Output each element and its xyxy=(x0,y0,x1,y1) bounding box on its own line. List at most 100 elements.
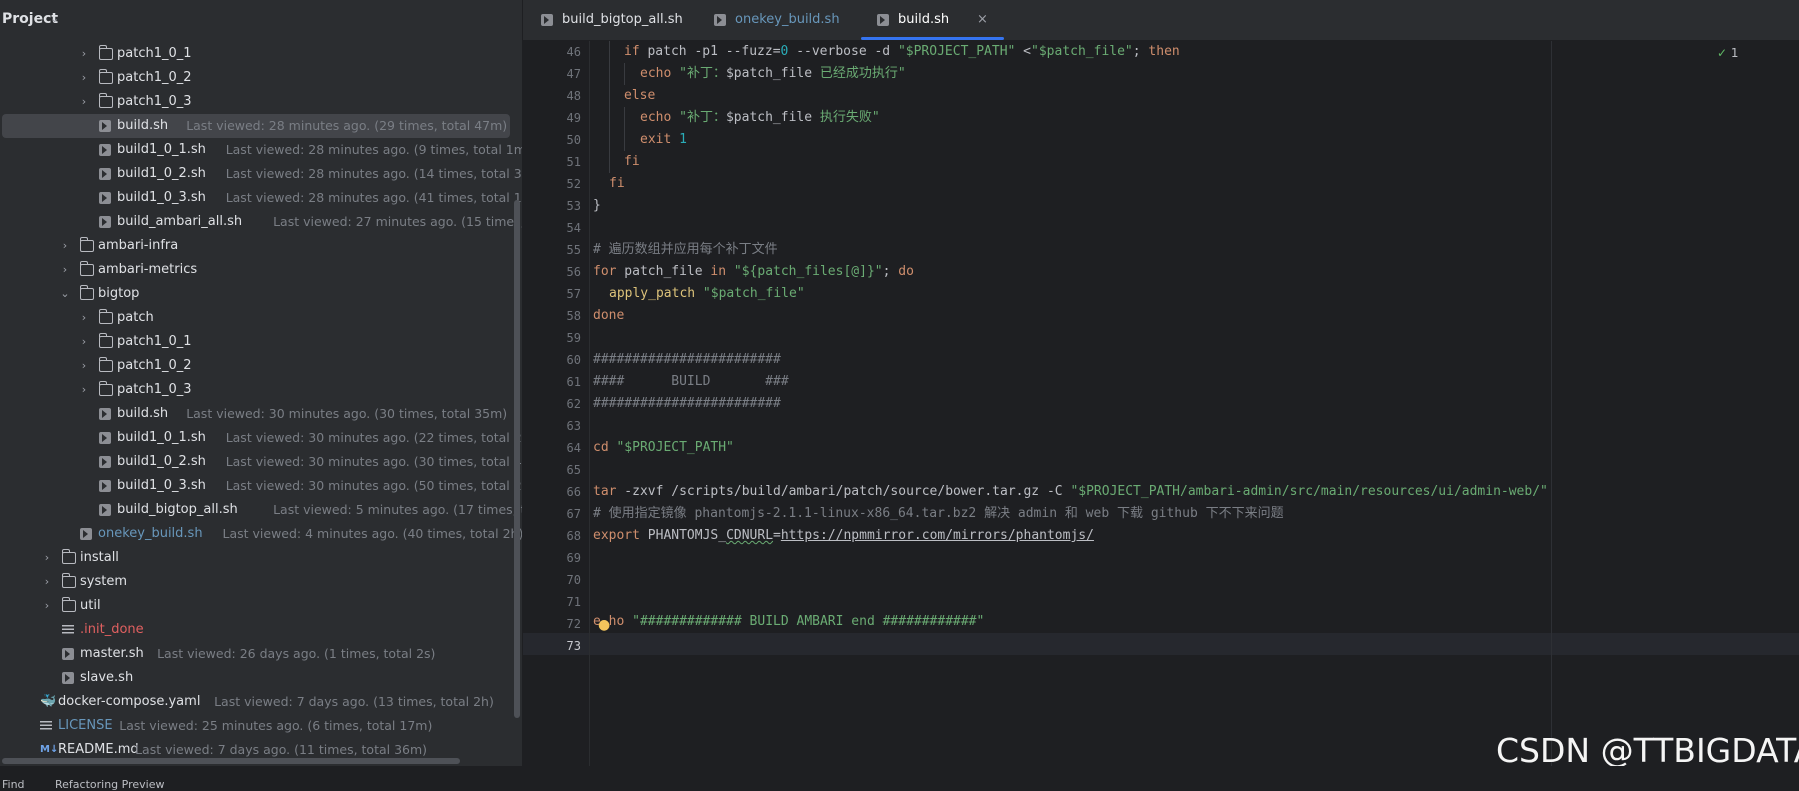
tree-item-patch1-0-3[interactable]: › patch1_0_3 xyxy=(0,90,522,114)
shell-script-icon xyxy=(80,528,92,540)
line-number[interactable]: 48 xyxy=(541,85,581,107)
tree-item-build1-0-1-sh[interactable]: build1_0_1.sh Last viewed: 30 minutes ago… xyxy=(0,426,522,450)
line-number[interactable]: 65 xyxy=(541,459,581,481)
line-number[interactable]: 56 xyxy=(541,261,581,283)
indent-guide xyxy=(624,63,625,85)
tree-item-patch1-0-2[interactable]: › patch1_0_2 xyxy=(0,354,522,378)
line-number[interactable]: 64 xyxy=(541,437,581,459)
tree-item-build1-0-3-sh[interactable]: build1_0_3.sh Last viewed: 28 minutes ago… xyxy=(0,186,522,210)
tree-item-meta: Last viewed: 7 days ago. (13 times, tota… xyxy=(214,694,494,709)
tree-item-patch1-0-1[interactable]: › patch1_0_1 xyxy=(0,42,522,66)
tree-item-label: ambari-infra xyxy=(98,238,179,253)
line-number[interactable]: 69 xyxy=(541,547,581,569)
tree-item-build1-0-3-sh[interactable]: build1_0_3.sh Last viewed: 30 minutes ago… xyxy=(0,474,522,498)
code-line-53: } xyxy=(593,198,601,213)
chevron-right-icon[interactable]: › xyxy=(77,90,91,114)
chevron-right-icon[interactable]: › xyxy=(58,234,72,258)
chevron-right-icon[interactable]: › xyxy=(40,546,54,570)
tree-item-master-sh[interactable]: master.sh Last viewed: 26 days ago. (1 ti… xyxy=(0,642,522,666)
tree-item-install[interactable]: › install xyxy=(0,546,522,570)
lightbulb-icon[interactable]: ● xyxy=(598,617,610,633)
line-number[interactable]: 67 xyxy=(541,503,581,525)
chevron-right-icon[interactable]: › xyxy=(77,66,91,90)
line-number[interactable]: 66 xyxy=(541,481,581,503)
close-icon[interactable]: × xyxy=(977,0,988,40)
tree-item-license[interactable]: LICENSE Last viewed: 25 minutes ago. (6 t… xyxy=(0,714,522,738)
tree-item-build1-0-2-sh[interactable]: build1_0_2.sh Last viewed: 30 minutes ago… xyxy=(0,450,522,474)
tree-item--init-done[interactable]: .init_done xyxy=(0,618,522,642)
tree-vertical-scrollbar[interactable] xyxy=(514,200,520,718)
folder-icon xyxy=(61,597,76,612)
tree-item-build1-0-2-sh[interactable]: build1_0_2.sh Last viewed: 28 minutes ago… xyxy=(0,162,522,186)
line-number[interactable]: 46 xyxy=(541,41,581,63)
line-number[interactable]: 49 xyxy=(541,107,581,129)
tree-item-label: patch1_0_2 xyxy=(117,70,192,85)
refactoring-preview-tool-tab[interactable]: Refactoring Preview xyxy=(55,778,164,791)
tree-item-meta: Last viewed: 27 minutes ago. (15 times, … xyxy=(273,214,523,229)
code-editor[interactable]: 46 47 48 49 50 51 52 53 54 55 56 57 58 59 60 61 62 63 64 65… xyxy=(523,41,1799,784)
tree-item-ambari-metrics[interactable]: › ambari-metrics xyxy=(0,258,522,282)
tree-item-onekey-build-sh[interactable]: onekey_build.sh Last viewed: 4 minutes ag… xyxy=(0,522,522,546)
line-number[interactable]: 47 xyxy=(541,63,581,85)
tree-item-patch1-0-1[interactable]: › patch1_0_1 xyxy=(0,330,522,354)
line-number[interactable]: 53 xyxy=(541,195,581,217)
line-number[interactable]: 54 xyxy=(541,217,581,239)
line-number[interactable]: 73 xyxy=(541,635,581,657)
line-number[interactable]: 62 xyxy=(541,393,581,415)
chevron-right-icon[interactable]: › xyxy=(77,354,91,378)
chevron-right-icon[interactable]: › xyxy=(40,594,54,618)
line-number[interactable]: 72 xyxy=(541,613,581,635)
chevron-down-icon[interactable]: ⌄ xyxy=(58,282,72,306)
tree-item-docker-compose-yaml[interactable]: 🐳 docker-compose.yaml Last viewed: 7 days … xyxy=(0,690,522,714)
tree-item-build-sh[interactable]: build.sh Last viewed: 28 minutes ago. (29… xyxy=(2,114,510,138)
tree-item-build-sh[interactable]: build.sh Last viewed: 30 minutes ago. (30… xyxy=(0,402,522,426)
code-line-58: done xyxy=(593,308,625,323)
line-number[interactable]: 71 xyxy=(541,591,581,613)
tree-item-util[interactable]: › util xyxy=(0,594,522,618)
tree-item-label: patch1_0_3 xyxy=(117,94,192,109)
line-number-gutter[interactable]: 46 47 48 49 50 51 52 53 54 55 56 57 58 59 60 61 62 63 64 65… xyxy=(523,41,590,784)
line-number[interactable]: 60 xyxy=(541,349,581,371)
tree-item-system[interactable]: › system xyxy=(0,570,522,594)
line-number[interactable]: 55 xyxy=(541,239,581,261)
line-number[interactable]: 50 xyxy=(541,129,581,151)
tab-build-sh[interactable]: build.sh × xyxy=(861,0,1004,40)
chevron-right-icon[interactable]: › xyxy=(40,570,54,594)
tree-horizontal-scrollbar[interactable] xyxy=(2,758,460,764)
folder-icon xyxy=(98,93,113,108)
chevron-right-icon[interactable]: › xyxy=(58,258,72,282)
tree-item-label: build1_0_2.sh xyxy=(117,166,206,181)
line-number[interactable]: 57 xyxy=(541,283,581,305)
tree-item-bigtop[interactable]: ⌄ bigtop xyxy=(0,282,522,306)
line-number[interactable]: 52 xyxy=(541,173,581,195)
tree-item-build1-0-1-sh[interactable]: build1_0_1.sh Last viewed: 28 minutes ago… xyxy=(0,138,522,162)
chevron-down-icon[interactable]: ⌄ xyxy=(50,12,59,25)
tree-item-build-bigtop-all-sh[interactable]: build_bigtop_all.sh Last viewed: 5 minute… xyxy=(0,498,522,522)
chevron-right-icon[interactable]: › xyxy=(77,330,91,354)
project-panel-header[interactable]: Project ⌄ xyxy=(0,0,522,40)
chevron-right-icon[interactable]: › xyxy=(77,42,91,66)
tree-item-patch[interactable]: › patch xyxy=(0,306,522,330)
code-line-49: echo "补丁：$patch_file 执行失败" xyxy=(640,110,880,125)
project-panel: Project ⌄ › patch1_0_1 › patch1_0_2 › patch1_… xyxy=(0,0,523,784)
line-number[interactable]: 58 xyxy=(541,305,581,327)
tree-item-slave-sh[interactable]: slave.sh xyxy=(0,666,522,690)
tree-item-ambari-infra[interactable]: › ambari-infra xyxy=(0,234,522,258)
tree-item-label: onekey_build.sh xyxy=(98,526,203,541)
tree-item-build-ambari-all-sh[interactable]: build_ambari_all.sh Last viewed: 27 minut… xyxy=(0,210,522,234)
tab-label: onekey_build.sh xyxy=(735,12,840,27)
line-number[interactable]: 63 xyxy=(541,415,581,437)
find-tool-tab[interactable]: Find xyxy=(2,778,25,791)
line-number[interactable]: 68 xyxy=(541,525,581,547)
tree-item-patch1-0-2[interactable]: › patch1_0_2 xyxy=(0,66,522,90)
tree-item-patch1-0-3[interactable]: › patch1_0_3 xyxy=(0,378,522,402)
line-number[interactable]: 70 xyxy=(541,569,581,591)
inspection-widget[interactable]: ✓ 1 xyxy=(1717,46,1739,60)
line-number[interactable]: 61 xyxy=(541,371,581,393)
phantomjs-url-link[interactable]: https://npmmirror.com/mirrors/phantomjs/ xyxy=(781,528,1094,543)
chevron-right-icon[interactable]: › xyxy=(77,378,91,402)
shell-script-icon xyxy=(62,648,74,660)
line-number[interactable]: 59 xyxy=(541,327,581,349)
line-number[interactable]: 51 xyxy=(541,151,581,173)
chevron-right-icon[interactable]: › xyxy=(77,306,91,330)
